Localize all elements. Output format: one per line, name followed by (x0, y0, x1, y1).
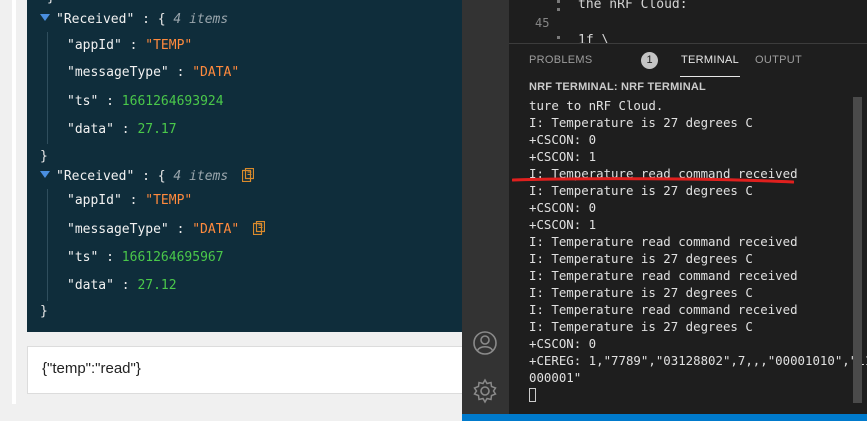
json-field: "messageType" : "DATA" (67, 65, 240, 80)
terminal-line: +CSCON: 0 (529, 132, 597, 147)
settings-gear-icon[interactable] (472, 378, 498, 404)
terminal-output[interactable]: ture to nRF Cloud. I: Temperature is 27 d… (529, 97, 867, 403)
tab-output[interactable]: OUTPUT (755, 54, 802, 66)
copy-icon[interactable] (253, 221, 266, 235)
copy-icon[interactable] (242, 168, 255, 182)
item-count: 4 items (173, 169, 229, 184)
closing-brace: } (40, 149, 48, 164)
indent-marker (557, 8, 560, 11)
terminal-line: I: Temperature read command received (529, 234, 798, 249)
json-viewer: } "Received" : { 4 items "appId" : "TEMP… (27, 0, 463, 332)
indent-marker (557, 36, 560, 39)
closing-brace: } (47, 0, 55, 9)
indent-guide (47, 32, 48, 144)
item-count: 4 items (173, 12, 229, 27)
terminal-line: I: Temperature is 27 degrees C (529, 251, 753, 266)
code-line: 1f \ (578, 33, 610, 43)
terminal-line: +CSCON: 0 (529, 200, 597, 215)
json-object-header[interactable]: "Received" : { 4 items (56, 9, 228, 31)
terminal-prompt[interactable] (529, 386, 865, 403)
terminal-line: I: Temperature is 27 degrees C (529, 319, 753, 334)
account-icon[interactable] (472, 330, 498, 356)
code-line: the nRF Cloud: (578, 0, 688, 12)
collapse-caret-icon[interactable] (40, 14, 50, 21)
terminal-line: I: Temperature is 27 degrees C (529, 115, 753, 130)
message-input-value: {"temp":"read"} (42, 360, 141, 377)
json-field: "data" : 27.17 (67, 122, 177, 137)
terminal-line: 000001" (529, 370, 582, 385)
json-field: "appId" : "TEMP" (67, 193, 193, 208)
terminal-scrollbar[interactable] (853, 97, 862, 403)
line-number: 45 (535, 16, 550, 30)
json-field: "ts" : 1661264695967 (67, 250, 224, 265)
terminal-line: ture to nRF Cloud. (529, 98, 664, 113)
activity-bar (462, 0, 509, 421)
terminal-line: +CSCON: 0 (529, 336, 597, 351)
closing-brace: } (40, 304, 48, 319)
problems-count-badge: 1 (641, 52, 658, 69)
card-edge (12, 0, 16, 404)
terminal-line: +CSCON: 1 (529, 149, 597, 164)
message-input[interactable]: {"temp":"read"} (27, 346, 463, 394)
json-field: "messageType" : "DATA" (67, 219, 266, 241)
panel-tabs: PROBLEMS 1 TERMINAL OUTPUT (509, 43, 867, 77)
terminal-line: I: Temperature is 27 degrees C (529, 285, 753, 300)
json-field: "appId" : "TEMP" (67, 38, 193, 53)
json-object-header[interactable]: "Received" : { 4 items (56, 166, 255, 188)
tab-terminal[interactable]: TERMINAL (679, 54, 741, 77)
collapse-caret-icon[interactable] (40, 171, 50, 178)
vscode-window: the nRF Cloud: 45 1f \ PROBLEMS 1 TERMIN… (462, 0, 867, 421)
terminal-line: I: Temperature read command received (529, 268, 798, 283)
terminal-line: I: Temperature is 27 degrees C (529, 183, 753, 198)
json-field: "data" : 27.12 (67, 278, 177, 293)
terminal-line: I: Temperature read command received (529, 302, 798, 317)
tab-problems[interactable]: PROBLEMS (529, 54, 593, 66)
indent-guide (47, 189, 48, 301)
code-editor[interactable]: the nRF Cloud: 45 1f \ (509, 0, 867, 43)
terminal-line: +CSCON: 1 (529, 217, 597, 232)
terminal-title: NRF TERMINAL: NRF TERMINAL (529, 81, 706, 93)
terminal-line: +CEREG: 1,"7789","03128802",7,,,"0000101… (529, 353, 867, 368)
indent-marker (557, 0, 560, 3)
terminal-cursor (529, 388, 536, 402)
status-bar (462, 414, 867, 421)
red-underline-annotation (512, 177, 794, 184)
json-field: "ts" : 1661264693924 (67, 94, 224, 109)
